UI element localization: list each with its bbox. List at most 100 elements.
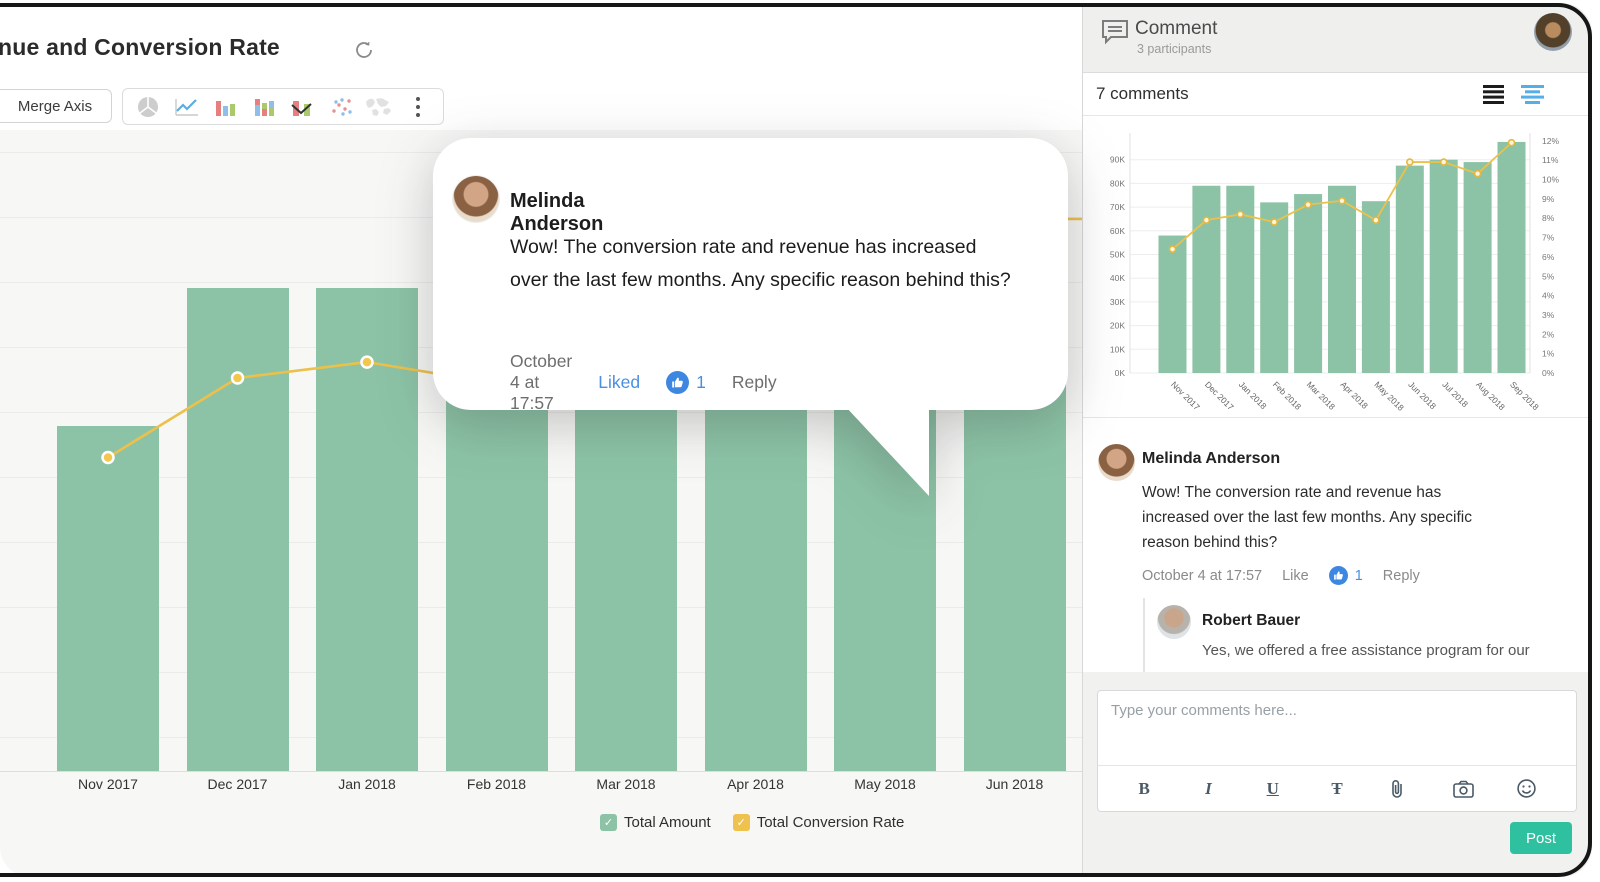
x-axis-label: Feb 2018 (432, 776, 562, 792)
comment-thread: Melinda Anderson Wow! The conversion rat… (1083, 418, 1592, 672)
svg-text:11%: 11% (1542, 155, 1559, 165)
reply-link[interactable]: Reply (732, 372, 777, 393)
strikethrough-icon[interactable]: Ŧ (1324, 779, 1350, 799)
camera-icon[interactable] (1453, 780, 1479, 798)
reply-link[interactable]: Reply (1383, 568, 1420, 584)
svg-text:40K: 40K (1110, 273, 1125, 283)
like-count-group[interactable]: 1 (1329, 566, 1363, 585)
participants-count: 3 participants (1137, 42, 1211, 56)
bar-chart-icon[interactable] (210, 94, 240, 120)
mini-chart-preview[interactable]: 0K10K20K30K40K50K60K70K80K90K0%1%2%3%4%5… (1083, 117, 1592, 418)
svg-text:Aug 2018: Aug 2018 (1474, 379, 1507, 412)
legend-checkbox-yellow[interactable]: ✓ (733, 814, 750, 831)
svg-text:6%: 6% (1542, 252, 1555, 262)
legend-item-total-amount[interactable]: ✓ Total Amount (600, 814, 711, 831)
svg-text:8%: 8% (1542, 213, 1555, 223)
avatar-melinda (453, 176, 499, 222)
x-axis-label: Apr 2018 (691, 776, 821, 792)
refresh-icon[interactable] (352, 38, 376, 62)
svg-text:90K: 90K (1110, 155, 1125, 165)
svg-text:2%: 2% (1542, 329, 1555, 339)
bold-icon[interactable]: B (1131, 779, 1157, 799)
svg-text:5%: 5% (1542, 271, 1555, 281)
comments-count: 7 comments (1096, 84, 1189, 104)
avatar-robert (1157, 605, 1191, 639)
line-chart-icon[interactable] (172, 94, 202, 120)
threaded-view-icon[interactable] (1521, 85, 1544, 104)
svg-text:20K: 20K (1110, 321, 1125, 331)
mini-bar (1362, 201, 1390, 373)
x-axis-label: May 2018 (820, 776, 950, 792)
merge-axis-button[interactable]: Merge Axis (0, 89, 112, 123)
scatter-chart-icon[interactable] (326, 94, 356, 120)
svg-text:Feb 2018: Feb 2018 (1271, 379, 1304, 412)
emoji-icon[interactable] (1517, 779, 1543, 798)
svg-text:3%: 3% (1542, 310, 1555, 320)
bar-jan-2018[interactable] (316, 288, 418, 771)
svg-text:Nov 2017: Nov 2017 (1169, 379, 1202, 412)
post-button[interactable]: Post (1510, 822, 1572, 854)
comment-timestamp: October 4 at 17:57 (510, 351, 572, 414)
legend-label: Total Amount (624, 814, 711, 831)
chart-type-toolbar (122, 88, 444, 125)
svg-text:0K: 0K (1115, 368, 1126, 378)
bar-dec-2017[interactable] (187, 288, 289, 771)
panel-title: Comment (1135, 18, 1217, 40)
comment-input-box[interactable]: B I U Ŧ (1097, 690, 1577, 812)
current-user-avatar[interactable] (1534, 13, 1572, 51)
dashboard-main: nue and Conversion Rate Merge Axis (0, 0, 1082, 882)
x-axis-label: Jun 2018 (950, 776, 1080, 792)
map-chart-icon[interactable] (364, 94, 394, 120)
commenter-name: Melinda Anderson (1142, 450, 1280, 468)
underline-icon[interactable]: U (1260, 779, 1286, 799)
mini-bar (1159, 236, 1187, 373)
mini-bar (1498, 142, 1526, 373)
reply-block: Robert Bauer Yes, we offered a free assi… (1143, 598, 1563, 672)
comment-bubble-icon (1100, 17, 1130, 47)
svg-text:Jan 2018: Jan 2018 (1237, 379, 1269, 411)
page-title: nue and Conversion Rate (0, 34, 280, 61)
comment-meta-row: October 4 at 17:57 Like 1 Reply (1142, 566, 1420, 585)
mini-bar (1464, 162, 1492, 373)
svg-text:1%: 1% (1542, 349, 1555, 359)
svg-text:7%: 7% (1542, 233, 1555, 243)
svg-text:70K: 70K (1110, 202, 1125, 212)
app-window: nue and Conversion Rate Merge Axis (0, 0, 1600, 882)
legend-checkbox-green[interactable]: ✓ (600, 814, 617, 831)
more-options-icon[interactable] (403, 94, 433, 120)
mini-bar (1192, 186, 1220, 373)
italic-icon[interactable]: I (1195, 779, 1221, 799)
like-count-group[interactable]: 1 (666, 371, 706, 394)
stacked-bar-icon[interactable] (249, 94, 279, 120)
like-count: 1 (696, 372, 706, 393)
mini-bar (1396, 166, 1424, 373)
svg-text:Dec 2017: Dec 2017 (1203, 379, 1236, 412)
comment-input[interactable] (1111, 702, 1551, 754)
bar-nov-2017[interactable] (57, 426, 159, 771)
svg-text:Jun 2018: Jun 2018 (1406, 379, 1438, 411)
liked-link[interactable]: Liked (598, 372, 640, 393)
svg-text:50K: 50K (1110, 250, 1125, 260)
comment-meta-row: October 4 at 17:57 Liked 1 Reply (510, 351, 777, 414)
avatar-melinda (1098, 444, 1135, 481)
commenter-name: Melinda Anderson (510, 190, 603, 236)
comment-panel: Comment 3 participants 7 comments 0K10K2… (1083, 0, 1592, 882)
combo-chart-icon[interactable] (287, 94, 317, 120)
list-view-icon[interactable] (1483, 85, 1504, 104)
svg-text:Mar 2018: Mar 2018 (1305, 379, 1338, 412)
panel-header: Comment 3 participants (1083, 0, 1592, 73)
legend-item-total-conversion-rate[interactable]: ✓ Total Conversion Rate (733, 814, 905, 831)
comments-count-row: 7 comments (1083, 73, 1592, 116)
x-axis-label: Nov 2017 (43, 776, 173, 792)
mini-bar (1260, 202, 1288, 373)
svg-text:60K: 60K (1110, 226, 1125, 236)
x-axis-label: Mar 2018 (561, 776, 691, 792)
attachment-icon[interactable] (1388, 779, 1414, 799)
svg-text:May 2018: May 2018 (1372, 379, 1406, 413)
x-axis-label: Jan 2018 (302, 776, 432, 792)
svg-text:12%: 12% (1542, 136, 1559, 146)
x-axis-label: Dec 2017 (173, 776, 303, 792)
mini-bar (1328, 186, 1356, 373)
like-link[interactable]: Like (1282, 568, 1309, 584)
pie-chart-icon[interactable] (133, 94, 163, 120)
